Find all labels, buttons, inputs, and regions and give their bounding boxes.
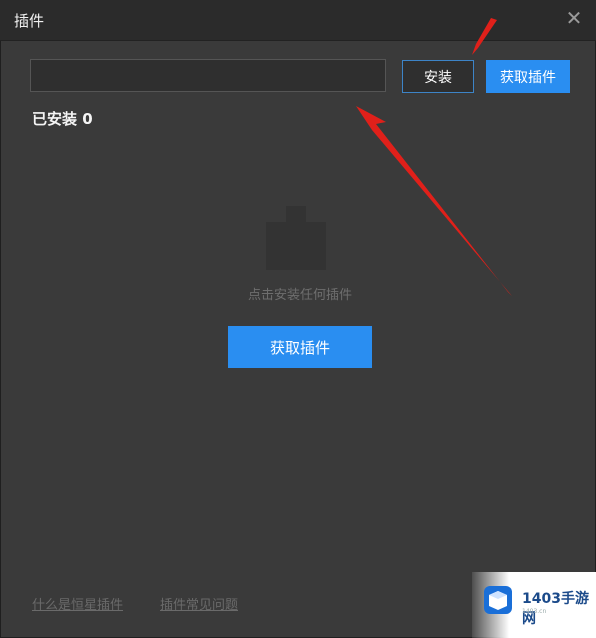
annotation-arrow-long (356, 106, 512, 296)
watermark-logo-icon (484, 586, 512, 614)
close-icon[interactable]: ✕ (564, 8, 584, 28)
plugin-path-input[interactable] (30, 59, 386, 92)
installed-count: 已安装 0 (32, 110, 93, 128)
get-plugins-button[interactable]: 获取插件 (486, 60, 570, 93)
empty-state-message: 点击安装任何插件 (247, 288, 352, 303)
watermark-url: 1403.cn (522, 608, 547, 615)
what-is-plugin-link[interactable]: 什么是恒星插件 (32, 594, 123, 613)
plugin-box-icon (266, 206, 326, 270)
window-title: 插件 (14, 12, 45, 30)
annotation-arrows (356, 18, 512, 296)
window-border (0, 0, 596, 638)
install-button[interactable]: 安装 (402, 60, 474, 93)
plugin-faq-link[interactable]: 插件常见问题 (160, 594, 238, 613)
get-plugins-center-button[interactable]: 获取插件 (228, 326, 372, 368)
titlebar: 插件 ✕ (0, 0, 596, 41)
watermark: 1403手游网 1403.cn (472, 572, 596, 638)
